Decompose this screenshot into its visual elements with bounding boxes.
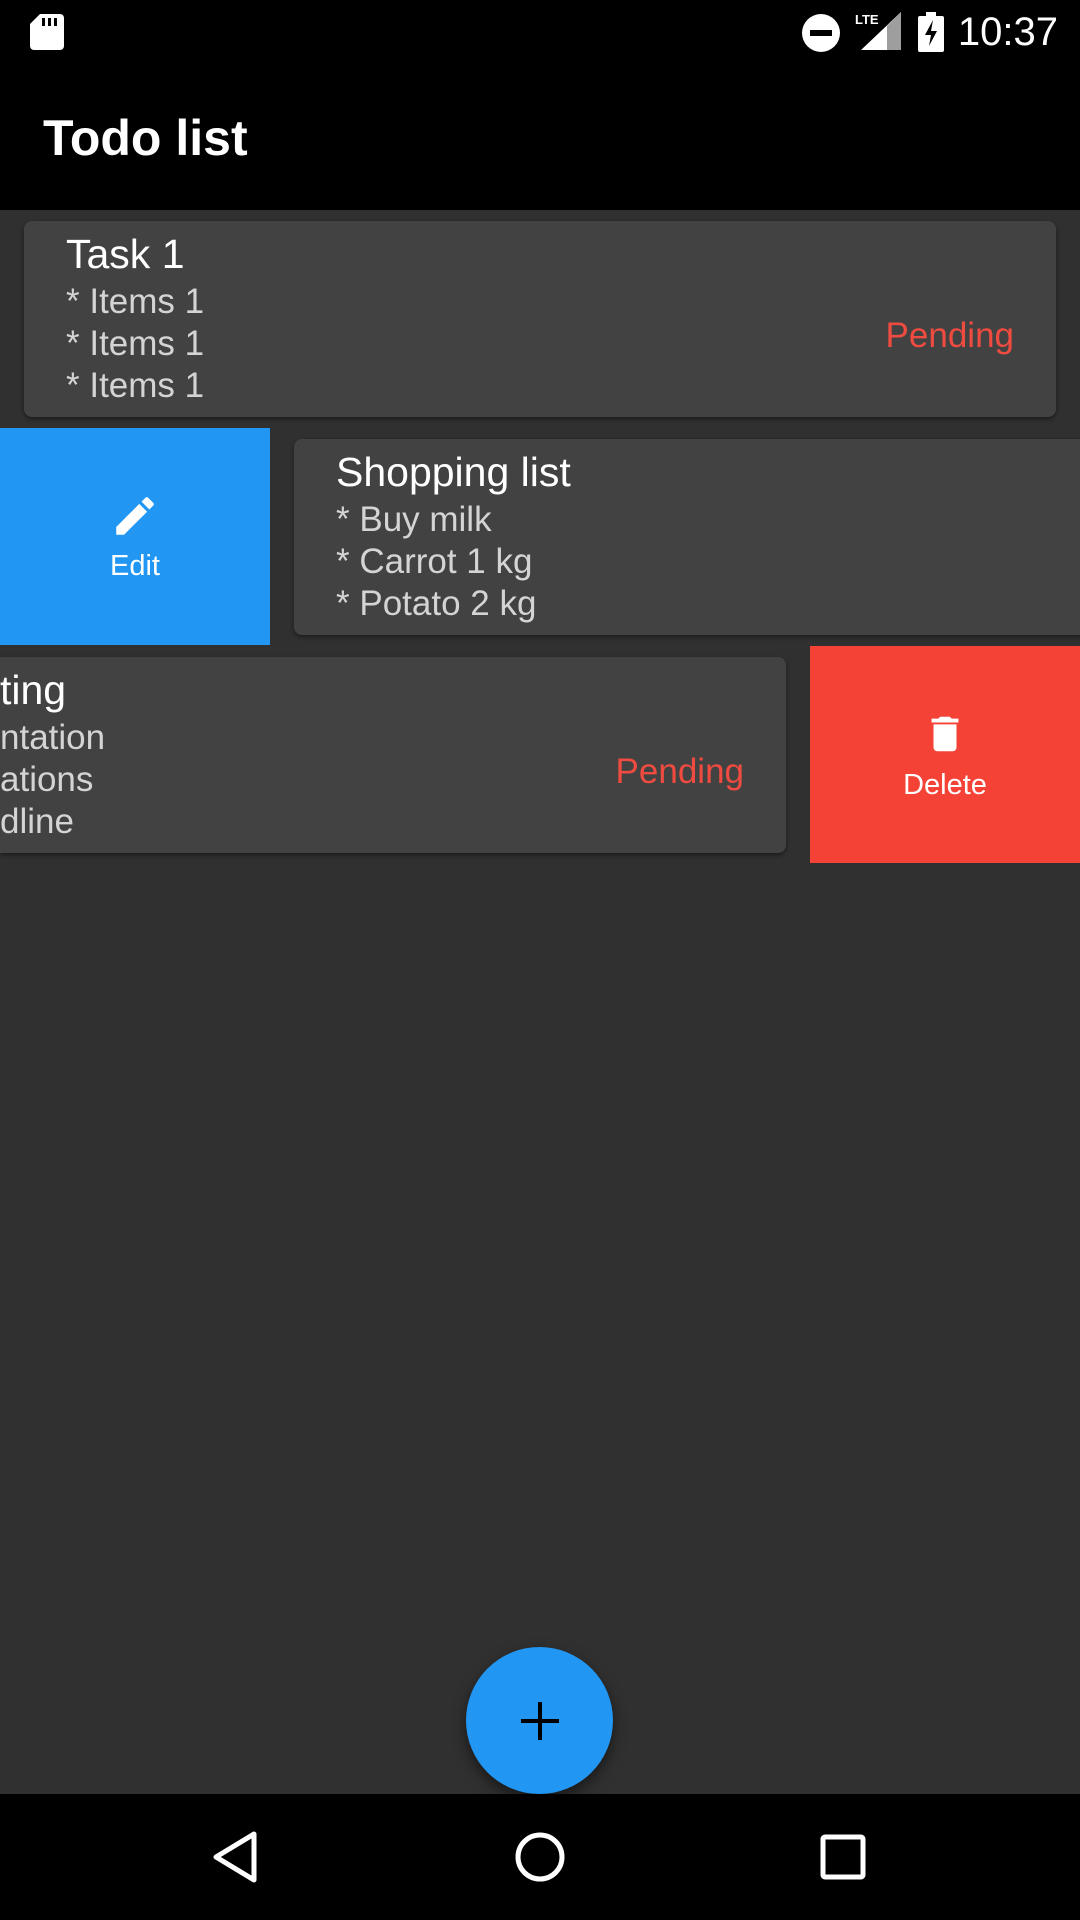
card-item: * Items 1	[66, 282, 205, 321]
status-bar: LTE 10:37	[0, 0, 1080, 63]
home-icon[interactable]	[507, 1824, 573, 1890]
navigation-bar	[0, 1794, 1080, 1920]
plus-icon	[520, 1701, 559, 1740]
todo-card[interactable]: Task 1 * Items 1 * Items 1 * Items 1 Pen…	[24, 221, 1056, 417]
delete-label: Delete	[903, 768, 987, 801]
card-item: ations	[0, 760, 94, 799]
delete-button[interactable]: Delete	[810, 646, 1080, 863]
status-label: Pending	[615, 752, 744, 791]
app-bar: Todo list	[0, 63, 1080, 210]
todo-card[interactable]: ting ntation ations dline Pending	[0, 657, 786, 853]
network-label: LTE	[855, 12, 879, 27]
card-item: * Potato 2 kg	[336, 584, 537, 623]
sd-card-icon	[30, 14, 64, 50]
card-title: ting	[0, 667, 67, 713]
card-title: Shopping list	[336, 449, 571, 495]
card-item: * Items 1	[66, 366, 205, 405]
do-not-disturb-icon	[802, 14, 840, 52]
edit-button[interactable]: Edit	[0, 428, 270, 645]
card-item: ntation	[0, 718, 106, 757]
back-icon[interactable]	[204, 1824, 270, 1890]
card-title: Task 1	[66, 231, 185, 277]
add-todo-button[interactable]	[466, 1647, 613, 1794]
trash-icon	[931, 716, 959, 751]
card-item: dline	[0, 802, 74, 841]
card-item: * Items 1	[66, 324, 205, 363]
recents-icon[interactable]	[810, 1824, 876, 1890]
status-time: 10:37	[957, 10, 1058, 54]
battery-charging-icon	[918, 12, 944, 52]
pencil-icon	[116, 496, 154, 535]
card-item: * Buy milk	[336, 500, 492, 539]
status-label: Pending	[885, 316, 1014, 355]
todo-card[interactable]: Shopping list * Buy milk * Carrot 1 kg *…	[294, 439, 1080, 635]
edit-label: Edit	[110, 549, 160, 582]
card-item: * Carrot 1 kg	[336, 542, 533, 581]
page-title: Todo list	[43, 110, 248, 166]
lte-signal-icon: LTE	[855, 12, 901, 50]
